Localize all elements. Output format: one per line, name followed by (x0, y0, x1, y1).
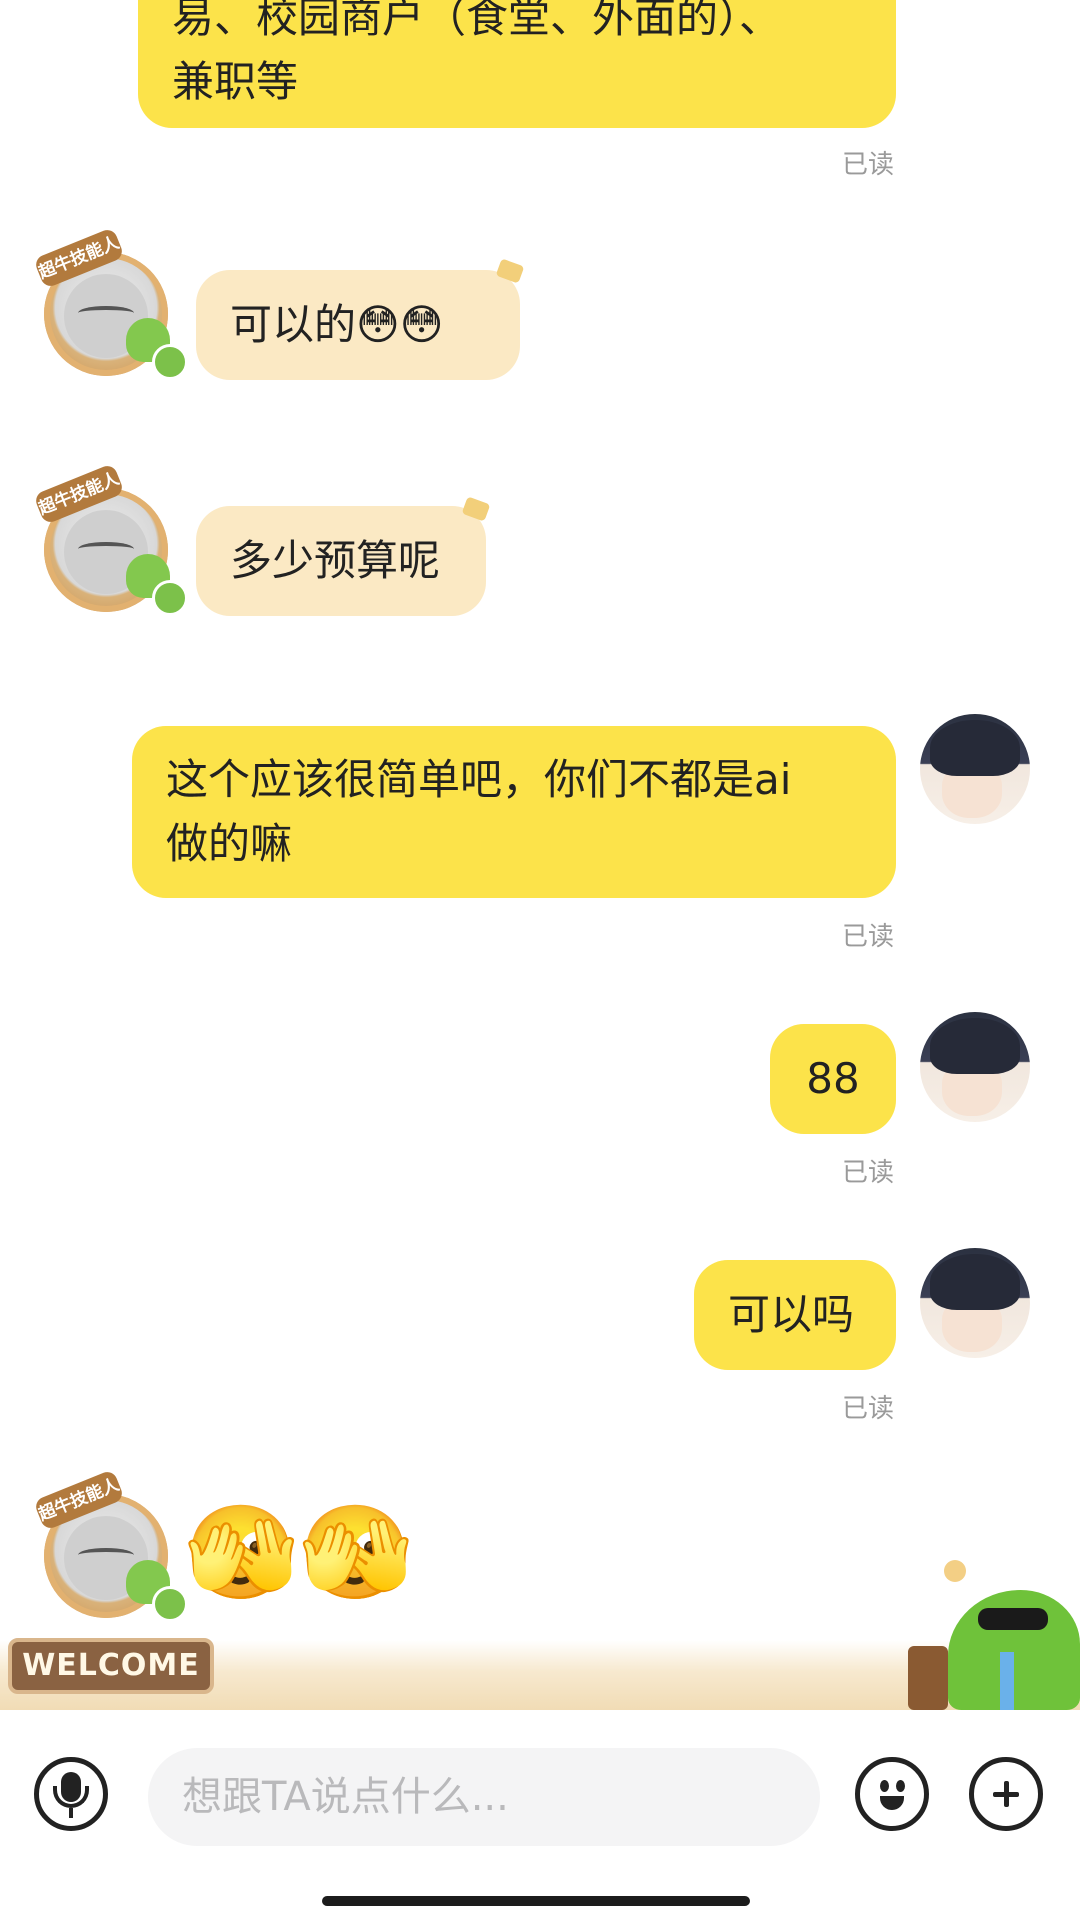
message-input[interactable] (148, 1748, 820, 1846)
dino-mascot[interactable] (908, 1560, 1080, 1710)
message-text-line: 易、校园商户（食堂、外面的）、 (172, 0, 782, 42)
contact-avatar[interactable]: 超牛技能人 (33, 1469, 188, 1630)
home-indicator[interactable] (322, 1896, 750, 1906)
incoming-message-bubble[interactable]: 可以的😳😳 (196, 270, 520, 380)
message-text-line: 兼职等 (172, 57, 299, 106)
plus-circle-icon[interactable] (969, 1757, 1043, 1831)
message-text-line: 做的嘛 (166, 819, 293, 868)
message-text: 多少预算呢 (230, 536, 441, 585)
pet-badge-icon (152, 1586, 188, 1622)
user-avatar[interactable] (920, 714, 1030, 824)
smiley-face-icon[interactable] (855, 1757, 929, 1831)
incoming-message-bubble[interactable]: 多少预算呢 (196, 506, 486, 616)
message-text-line: 这个应该很简单吧，你们不都是ai (166, 755, 792, 804)
message-text: 88 (806, 1054, 860, 1103)
contact-avatar[interactable]: 超牛技能人 (33, 227, 188, 388)
user-avatar[interactable] (920, 1012, 1030, 1122)
mascot-briefcase-icon (908, 1646, 948, 1710)
contact-avatar[interactable]: 超牛技能人 (33, 463, 188, 624)
welcome-sign: WELCOME (8, 1638, 214, 1694)
read-status: 已读 (842, 1158, 895, 1188)
pet-badge-icon (152, 580, 188, 616)
user-avatar[interactable] (920, 1248, 1030, 1358)
message-text: 可以的😳😳 (230, 300, 444, 349)
outgoing-message-bubble[interactable]: 可以吗 (694, 1260, 896, 1370)
outgoing-message-bubble[interactable]: 这个应该很简单吧，你们不都是ai 做的嘛 (132, 726, 896, 898)
microphone-icon[interactable] (34, 1757, 108, 1831)
read-status: 已读 (842, 922, 895, 952)
mascot-tie-icon (1000, 1652, 1014, 1710)
read-status: 已读 (842, 150, 895, 180)
outgoing-message-bubble[interactable]: 易、校园商户（食堂、外面的）、 兼职等 (138, 0, 896, 128)
outgoing-message-bubble[interactable]: 88 (770, 1024, 896, 1134)
chat-area[interactable]: 易、校园商户（食堂、外面的）、 兼职等 已读 超牛技能人 可以的😳😳 超牛技能人… (0, 0, 1080, 1710)
mascot-antenna-icon (944, 1560, 966, 1582)
mascot-sunglasses-icon (978, 1608, 1048, 1630)
message-text: 可以吗 (728, 1290, 855, 1339)
emoji-message[interactable]: 🫣🫣 (184, 1498, 413, 1608)
pet-badge-icon (152, 344, 188, 380)
read-status: 已读 (842, 1394, 895, 1424)
